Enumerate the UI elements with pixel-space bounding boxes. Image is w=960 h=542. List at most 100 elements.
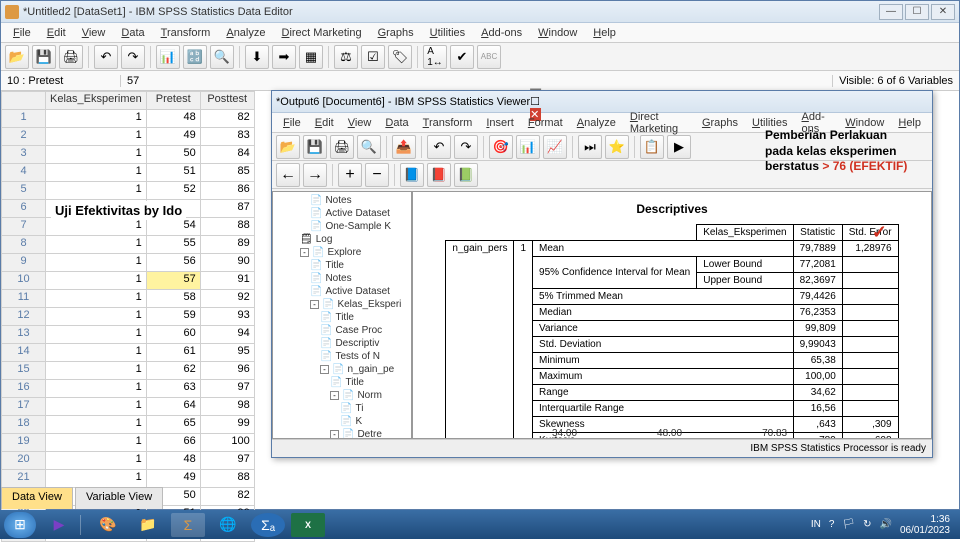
data-row[interactable]: 915690 (2, 254, 255, 272)
menu-data[interactable]: Data (113, 25, 152, 41)
data-row[interactable]: 1816599 (2, 416, 255, 434)
tree-item[interactable]: -📄n_gain_pe (275, 363, 409, 376)
taskbar-spss-icon[interactable]: Σ (171, 513, 205, 537)
tree-item[interactable]: -📄Kelas_Eksperi (275, 298, 409, 311)
menu-data[interactable]: Data (378, 115, 415, 131)
taskbar-chrome-icon[interactable]: 🌐 (211, 513, 245, 537)
tree-item[interactable]: 📄Title (275, 311, 409, 324)
data-row[interactable]: 1015791 (2, 272, 255, 290)
redo-icon[interactable]: ↷ (454, 135, 478, 159)
output-content-pane[interactable]: Descriptives Kelas_EksperimenStatisticSt… (412, 191, 932, 439)
tray-lang[interactable]: IN (811, 519, 821, 530)
tree-item[interactable]: 🗒Log (275, 233, 409, 246)
tree-item[interactable]: 📄Title (275, 259, 409, 272)
menu-graphs[interactable]: Graphs (695, 115, 745, 131)
print-icon[interactable]: 🖨 (330, 135, 354, 159)
insert-var-icon[interactable]: ➡ (272, 45, 296, 69)
menu-window[interactable]: Window (530, 25, 585, 41)
data-row[interactable]: 815589 (2, 236, 255, 254)
data-row[interactable]: 114882 (2, 110, 255, 128)
goto-icon[interactable]: 🎯 (489, 135, 513, 159)
data-row[interactable]: 214983 (2, 128, 255, 146)
tree-item[interactable]: 📄Tests of N (275, 350, 409, 363)
main-titlebar[interactable]: *Untitled2 [DataSet1] - IBM SPSS Statist… (1, 1, 959, 23)
promote-icon[interactable]: 📘 (400, 163, 424, 187)
demote-icon[interactable]: 📕 (427, 163, 451, 187)
goto-var-icon[interactable]: 📈 (543, 135, 567, 159)
maximize-button[interactable]: ☐ (905, 4, 929, 20)
taskbar-explorer-icon[interactable]: 📁 (131, 513, 165, 537)
tree-item[interactable]: 📄Ti (275, 402, 409, 415)
menu-insert[interactable]: Insert (479, 115, 521, 131)
save-icon[interactable]: 💾 (303, 135, 327, 159)
select-last-icon[interactable]: ⏭ (578, 135, 602, 159)
data-grid[interactable]: Kelas_EksperimenPretestPosttest114882214… (1, 91, 255, 542)
undo-icon[interactable]: ↶ (427, 135, 451, 159)
insert-case-icon[interactable]: ⬇ (245, 45, 269, 69)
tray-clock[interactable]: 1:36 06/01/2023 (900, 514, 950, 536)
menu-view[interactable]: View (341, 115, 379, 131)
spell-icon[interactable]: ✔ (450, 45, 474, 69)
forward-icon[interactable]: → (303, 163, 327, 187)
data-row[interactable]: 19166100 (2, 434, 255, 452)
outline-pane[interactable]: 📄Notes📄Active Dataset📄One-Sample K🗒Log-📄… (272, 191, 412, 439)
redo-icon[interactable]: ↷ (121, 45, 145, 69)
data-row[interactable]: 515286 (2, 182, 255, 200)
menu-help[interactable]: Help (585, 25, 624, 41)
menu-edit[interactable]: Edit (308, 115, 341, 131)
designate-icon[interactable]: ⭐ (605, 135, 629, 159)
back-icon[interactable]: ← (276, 163, 300, 187)
undo-icon[interactable]: ↶ (94, 45, 118, 69)
menu-analyze[interactable]: Analyze (570, 115, 623, 131)
menu-analyze[interactable]: Analyze (218, 25, 273, 41)
column-header-posttest[interactable]: Posttest (200, 92, 254, 110)
viewer-maximize-button[interactable]: ☐ (530, 95, 541, 108)
taskbar-paint-icon[interactable]: 🎨 (91, 513, 125, 537)
tree-item[interactable]: 📄Notes (275, 194, 409, 207)
data-row[interactable]: 1115892 (2, 290, 255, 308)
tree-item[interactable]: 📄One-Sample K (275, 220, 409, 233)
tree-item[interactable]: 📄Active Dataset (275, 285, 409, 298)
select-icon[interactable]: ☑ (361, 45, 385, 69)
system-tray[interactable]: IN ? 🏳 ↻ 🔊 1:36 06/01/2023 (811, 514, 956, 536)
tree-item[interactable]: 📄K (275, 415, 409, 428)
menu-transform[interactable]: Transform (416, 115, 480, 131)
data-row[interactable]: 415185 (2, 164, 255, 182)
menu-utilities[interactable]: Utilities (422, 25, 473, 41)
menu-transform[interactable]: Transform (153, 25, 219, 41)
expand-icon[interactable]: + (338, 163, 362, 187)
print-icon[interactable]: 🖨 (59, 45, 83, 69)
menu-view[interactable]: View (74, 25, 114, 41)
dialog-recall-icon[interactable]: 📋 (640, 135, 664, 159)
data-row[interactable]: 715488 (2, 218, 255, 236)
tree-item[interactable]: -📄Explore (275, 246, 409, 259)
menu-format[interactable]: Format (521, 115, 570, 131)
menu-file[interactable]: File (5, 25, 39, 41)
menu-graphs[interactable]: Graphs (370, 25, 422, 41)
tray-help-icon[interactable]: ? (829, 519, 835, 530)
taskbar-excel-icon[interactable]: X (291, 513, 325, 537)
taskbar-spss-output-icon[interactable]: Σₐ (251, 513, 285, 537)
preview-icon[interactable]: 🔍 (357, 135, 381, 159)
var-icon[interactable]: 🔡 (183, 45, 207, 69)
tray-sync-icon[interactable]: ↻ (863, 519, 871, 530)
taskbar-play-icon[interactable]: ▶ (42, 513, 76, 537)
goto-icon[interactable]: 📊 (156, 45, 180, 69)
open-icon[interactable]: 📂 (276, 135, 300, 159)
start-button[interactable]: ⊞ (4, 512, 36, 538)
tree-item[interactable]: 📄Title (275, 376, 409, 389)
corner-cell[interactable] (2, 92, 46, 110)
data-row[interactable]: 1316094 (2, 326, 255, 344)
menu-direct-marketing[interactable]: Direct Marketing (273, 25, 369, 41)
tray-volume-icon[interactable]: 🔊 (879, 519, 891, 530)
tray-flag-icon[interactable]: 🏳 (842, 519, 855, 530)
data-row[interactable]: 1616397 (2, 380, 255, 398)
use-sets-icon[interactable]: A1↔ (423, 45, 447, 69)
tree-item[interactable]: -📄Detre (275, 428, 409, 439)
value-labels-icon[interactable]: 🏷 (388, 45, 412, 69)
menu-add-ons[interactable]: Add-ons (473, 25, 530, 41)
collapse-icon[interactable]: − (365, 163, 389, 187)
close-button[interactable]: ✕ (931, 4, 955, 20)
menu-edit[interactable]: Edit (39, 25, 74, 41)
tree-item[interactable]: 📄Notes (275, 272, 409, 285)
